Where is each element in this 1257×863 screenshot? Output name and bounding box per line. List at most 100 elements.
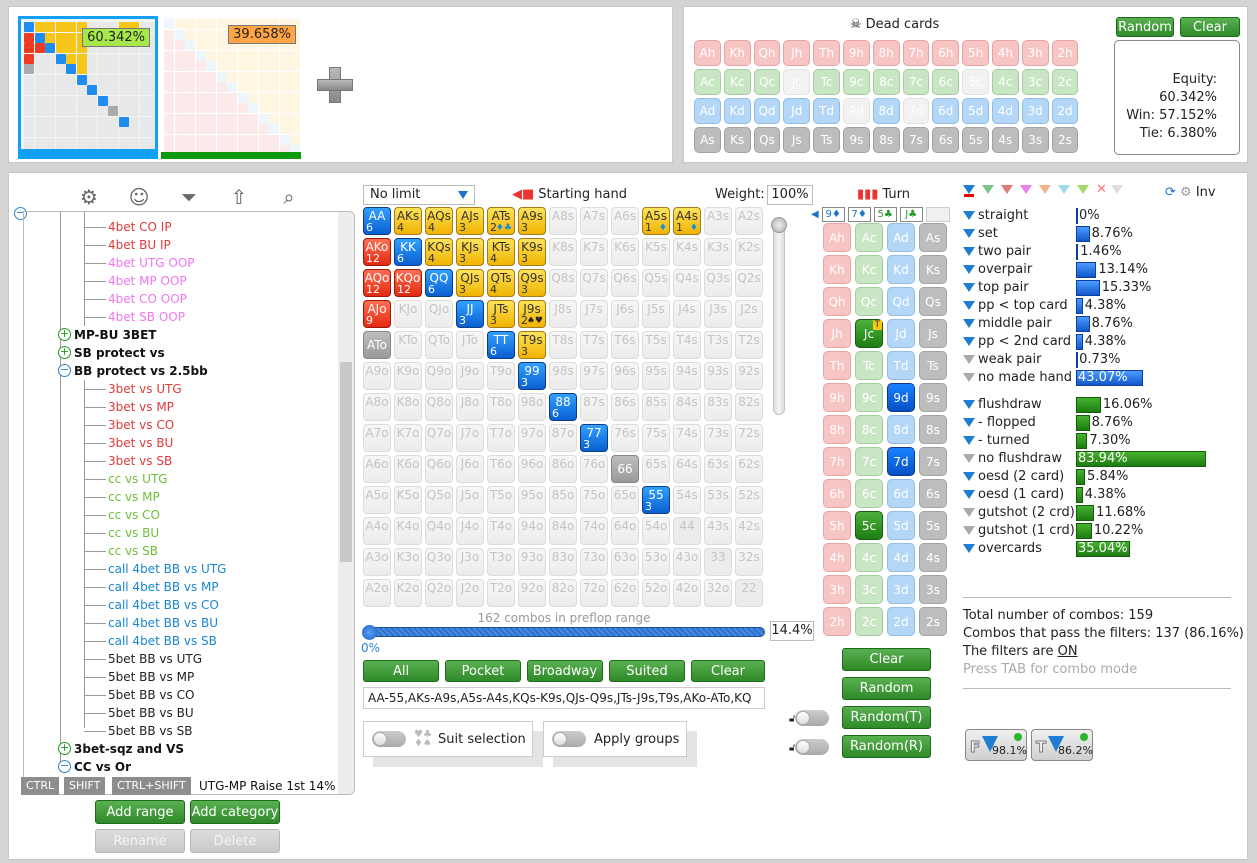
dead-card-5s[interactable]: 5s [962, 127, 989, 153]
dead-card-Ks[interactable]: Ks [723, 127, 751, 153]
hand-cell-Q9s[interactable]: Q9s 3 [518, 269, 546, 297]
hand-cell-83o[interactable]: 83o [549, 548, 577, 576]
filter-tab-red-icon[interactable] [1001, 185, 1013, 194]
board-card-3s[interactable]: 3s [919, 575, 947, 604]
hand-cell-85o[interactable]: 85o [549, 486, 577, 514]
dead-card-5d[interactable]: 5d [962, 98, 989, 124]
hand-cell-JTo[interactable]: JTo [456, 331, 484, 359]
hand-cell-K6s[interactable]: K6s [611, 238, 639, 266]
hand-cell-95s[interactable]: 95s [642, 362, 670, 390]
hand-cell-76s[interactable]: 76s [611, 424, 639, 452]
tree-item[interactable]: 4bet SB OOP [108, 308, 185, 326]
board-card-4h[interactable]: 4h [823, 543, 851, 572]
hand-cell-AJo[interactable]: AJo 9 [363, 300, 391, 328]
hand-cell-K9o[interactable]: K9o [394, 362, 422, 390]
hand-cell-T2o[interactable]: T2o [487, 579, 515, 607]
range-text-input[interactable]: AA-55,AKs-A9s,A5s-A4s,KQs-K9s,QJs-Q9s,JT… [363, 687, 765, 709]
board-card-5d[interactable]: 5d [887, 511, 915, 540]
hand-cell-J4o[interactable]: J4o [456, 517, 484, 545]
hand-cell-T3o[interactable]: T3o [487, 548, 515, 576]
filter-row-flushdraw[interactable]: flushdraw [963, 396, 1042, 414]
expand-toggle-plus[interactable]: + [58, 328, 71, 341]
hand-cell-A3o[interactable]: A3o [363, 548, 391, 576]
filter-tab-cyan-icon[interactable] [1058, 185, 1070, 194]
apply-groups-box[interactable]: Apply groups [543, 721, 687, 757]
board-card-6s[interactable]: 6s [919, 479, 947, 508]
user-icon[interactable]: ☺ [125, 183, 153, 211]
hand-cell-93s[interactable]: 93s [704, 362, 732, 390]
filter-row-gutshot-2-crd-[interactable]: gutshot (2 crd) [963, 504, 1075, 522]
filter-row-weak-pair[interactable]: weak pair [963, 351, 1041, 369]
dead-card-Qs[interactable]: Qs [753, 127, 781, 153]
hand-cell-J2o[interactable]: J2o [456, 579, 484, 607]
hand-cell-T7s[interactable]: T7s [580, 331, 608, 359]
add-range-button[interactable]: Add range [95, 800, 185, 824]
hand-cell-72o[interactable]: 72o [580, 579, 608, 607]
hand-cell-KJo[interactable]: KJo [394, 300, 422, 328]
board-card-3h[interactable]: 3h [823, 575, 851, 604]
tree-item-partial[interactable]: UTG-MP Raise 1st 14% [199, 777, 335, 795]
board-card-Ad[interactable]: Ad [887, 223, 915, 252]
funnel-icon[interactable] [963, 355, 975, 364]
dead-card-3h[interactable]: 3h [1021, 40, 1049, 66]
hand-cell-98s[interactable]: 98s [549, 362, 577, 390]
board-card-9h[interactable]: 9h [823, 383, 851, 412]
hand-cell-Q5s[interactable]: Q5s [642, 269, 670, 297]
board-card-6c[interactable]: 6c [855, 479, 883, 508]
hand-cell-Q7o[interactable]: Q7o [425, 424, 453, 452]
hand-cell-87s[interactable]: 87s [580, 393, 608, 421]
hand-cell-Q2s[interactable]: Q2s [735, 269, 763, 297]
funnel-icon[interactable] [963, 436, 975, 445]
rename-button[interactable]: Rename [95, 829, 185, 853]
board-slot[interactable]: 7♦ [847, 207, 871, 222]
hand-cell-74s[interactable]: 74s [673, 424, 701, 452]
hand-cell-42s[interactable]: 42s [735, 517, 763, 545]
player-1-range-thumbnail[interactable]: 60.342% [18, 16, 158, 159]
hand-cell-Q3s[interactable]: Q3s [704, 269, 732, 297]
hand-cell-22[interactable]: 22 [735, 579, 763, 607]
hand-cell-TT[interactable]: TT 6 [487, 331, 515, 359]
hand-cell-98o[interactable]: 98o [518, 393, 546, 421]
hand-cell-44[interactable]: 44 [673, 517, 701, 545]
funnel-icon[interactable] [963, 211, 975, 220]
hand-cell-A9s[interactable]: A9s 3 [518, 207, 546, 235]
hand-cell-J6o[interactable]: J6o [456, 455, 484, 483]
tree-item[interactable]: call 4bet BB vs CO [108, 596, 219, 614]
board-card-8s[interactable]: 8s [919, 415, 947, 444]
tree-item[interactable]: 4bet MP OOP [108, 272, 187, 290]
delete-button[interactable]: Delete [190, 829, 280, 853]
board-card-Kd[interactable]: Kd [887, 255, 915, 284]
hand-cell-T8o[interactable]: T8o [487, 393, 515, 421]
dead-card-Td[interactable]: Td [813, 98, 840, 124]
dead-card-3d[interactable]: 3d [1021, 98, 1049, 124]
hand-cell-84s[interactable]: 84s [673, 393, 701, 421]
add-category-button[interactable]: Add category [190, 800, 280, 824]
board-prev-arrow-icon[interactable]: ◀ [811, 209, 819, 220]
hand-cell-96s[interactable]: 96s [611, 362, 639, 390]
board-card-Qh[interactable]: Qh [823, 287, 851, 316]
hand-cell-A8o[interactable]: A8o [363, 393, 391, 421]
hand-cell-86s[interactable]: 86s [611, 393, 639, 421]
hand-cell-52o[interactable]: 52o [642, 579, 670, 607]
search-icon[interactable]: ⌕ [275, 183, 303, 211]
funnel-icon[interactable] [963, 454, 975, 463]
hand-cell-75o[interactable]: 75o [580, 486, 608, 514]
dead-card-8h[interactable]: 8h [872, 40, 900, 66]
player-2-range-thumbnail[interactable]: 39.658% [161, 16, 301, 159]
filter-row-middle-pair[interactable]: middle pair [963, 315, 1052, 333]
filter-tab-pink-icon[interactable] [1020, 185, 1032, 194]
tree-item[interactable]: 5bet BB vs MP [108, 668, 194, 686]
dead-card-Th[interactable]: Th [813, 40, 840, 66]
filter-row-no-flushdraw[interactable]: no flushdraw [963, 450, 1062, 468]
hand-cell-33[interactable]: 33 [704, 548, 732, 576]
hand-cell-JTs[interactable]: JTs 3 [487, 300, 515, 328]
hand-cell-93o[interactable]: 93o [518, 548, 546, 576]
hand-cell-T5s[interactable]: T5s [642, 331, 670, 359]
broadway-button[interactable]: Broadway [527, 660, 603, 682]
settings-gear-icon[interactable]: ⚙ [1180, 185, 1192, 200]
board-card-Ac[interactable]: Ac [855, 223, 883, 252]
tree-item[interactable]: 5bet BB vs SB [108, 722, 192, 740]
hand-cell-88[interactable]: 88 6 [549, 393, 577, 421]
hand-cell-82s[interactable]: 82s [735, 393, 763, 421]
tree-item[interactable]: 5bet BB vs CO [108, 686, 194, 704]
